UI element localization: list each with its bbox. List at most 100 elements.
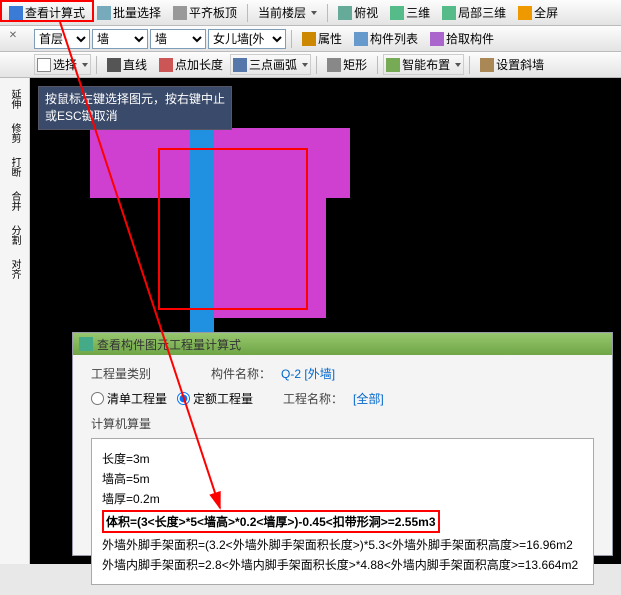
category1-select[interactable]: 墙 — [92, 29, 148, 49]
quota-radio-label: 定额工程量 — [193, 390, 253, 407]
smart-layout-tool[interactable]: 智能布置 — [383, 54, 464, 75]
arc-tool[interactable]: 三点画弧 — [230, 54, 311, 75]
comp-name-label: 构件名称： — [211, 365, 271, 382]
component-select[interactable]: 女儿墙[外 — [208, 29, 286, 49]
highlight-box — [158, 148, 308, 310]
addlen-tool[interactable]: 点加长度 — [154, 53, 228, 76]
batch-select-label: 批量选择 — [113, 4, 161, 21]
local3d-icon — [442, 6, 456, 20]
calc-section-label: 计算机算量 — [91, 415, 594, 432]
panel-icon — [79, 337, 93, 351]
cube-icon — [390, 6, 404, 20]
comp-name-value: Q-2 [外墙] — [281, 365, 335, 382]
length-line: 长度=3m — [102, 450, 583, 467]
floor-select[interactable]: 首层 — [34, 29, 90, 49]
rect-tool[interactable]: 矩形 — [322, 53, 372, 76]
chevron-down-icon — [311, 11, 317, 15]
align-top-button[interactable]: 平齐板顶 — [168, 1, 242, 24]
component-list-label: 构件列表 — [370, 30, 418, 47]
attr-icon — [302, 32, 316, 46]
separator — [377, 56, 378, 74]
category2-select[interactable]: 墙 — [150, 29, 206, 49]
hint-line1: 按鼠标左键选择图元，按右键中止 — [45, 91, 225, 108]
calculation-panel: 查看构件图元工程量计算式 工程量类别 构件名称： Q-2 [外墙] 清单工程量 … — [72, 332, 613, 556]
list-icon — [354, 32, 368, 46]
left-toolbar: 延伸 修剪 打断 合并 分割 对齐 — [0, 78, 30, 564]
topview-icon — [338, 6, 352, 20]
outer-area-line: 外墙外脚手架面积=(3.2<外墙外脚手架面积长度>)*5.3<外墙外脚手架面积高… — [102, 536, 583, 553]
arc-icon — [233, 58, 247, 72]
split-tool[interactable]: 分割 — [4, 220, 26, 250]
slope-wall-tool[interactable]: 设置斜墙 — [475, 53, 549, 76]
three-d-button[interactable]: 三维 — [385, 1, 435, 24]
inner-area-line: 外墙内脚手架面积=2.8<外墙内脚手架面积长度>*4.88<外墙内脚手架面积高度… — [102, 556, 583, 573]
line-label: 直线 — [123, 56, 147, 73]
three-d-label: 三维 — [406, 4, 430, 21]
fullscreen-button[interactable]: 全屏 — [513, 1, 563, 24]
break-tool[interactable]: 打断 — [4, 152, 26, 182]
height-line: 墙高=5m — [102, 470, 583, 487]
slope-icon — [480, 58, 494, 72]
align-tool[interactable]: 对齐 — [4, 254, 26, 284]
separator — [316, 56, 317, 74]
smart-icon — [386, 58, 400, 72]
current-floor-dropdown[interactable]: 当前楼层 — [253, 1, 322, 24]
select-tool[interactable]: 选择 — [34, 54, 91, 75]
fullscreen-label: 全屏 — [534, 4, 558, 21]
panel-title-text: 查看构件图元工程量计算式 — [97, 336, 241, 353]
separator — [327, 4, 328, 22]
separator — [247, 4, 248, 22]
rect-label: 矩形 — [343, 56, 367, 73]
line-tool[interactable]: 直线 — [102, 53, 152, 76]
thick-line: 墙厚=0.2m — [102, 490, 583, 507]
hint-line2: 或ESC键取消 — [45, 108, 225, 125]
view-formula-label: 查看计算式 — [25, 4, 85, 21]
extend-tool[interactable]: 延伸 — [4, 84, 26, 114]
proj-name-value: [全部] — [353, 390, 384, 407]
chevron-down-icon — [455, 63, 461, 67]
fullscreen-icon — [518, 6, 532, 20]
align-icon — [173, 6, 187, 20]
separator — [291, 30, 292, 48]
separator — [96, 56, 97, 74]
select-icon — [97, 6, 111, 20]
merge-tool[interactable]: 合并 — [4, 186, 26, 216]
trim-tool[interactable]: 修剪 — [4, 118, 26, 148]
chevron-down-icon — [82, 63, 88, 67]
volume-highlight: 体积=(3<长度>*5<墙高>*0.2<墙厚>)-0.45<扣带形洞>=2.55… — [102, 510, 440, 533]
volume-line: 体积=(3<长度>*5<墙高>*0.2<墙厚>)-0.45<扣带形洞>=2.55… — [106, 515, 436, 529]
attribute-button[interactable]: 属性 — [297, 27, 347, 50]
quota-qty-radio[interactable]: 定额工程量 — [177, 390, 253, 407]
draw-toolbar: 选择 直线 点加长度 三点画弧 矩形 智能布置 设置斜墙 — [0, 52, 621, 78]
bill-qty-radio[interactable]: 清单工程量 — [91, 390, 167, 407]
component-list-button[interactable]: 构件列表 — [349, 27, 423, 50]
align-top-label: 平齐板顶 — [189, 4, 237, 21]
cursor-icon — [37, 58, 51, 72]
attribute-label: 属性 — [318, 30, 342, 47]
chevron-down-icon — [302, 63, 308, 67]
calc-box: 长度=3m 墙高=5m 墙厚=0.2m 体积=(3<长度>*5<墙高>*0.2<… — [91, 438, 594, 585]
point-icon — [159, 58, 173, 72]
panel-titlebar[interactable]: 查看构件图元工程量计算式 — [73, 333, 612, 355]
bill-radio-input[interactable] — [91, 392, 104, 405]
panel-body: 工程量类别 构件名称： Q-2 [外墙] 清单工程量 定额工程量 工程名称： [… — [73, 355, 612, 595]
batch-select-button[interactable]: 批量选择 — [92, 1, 166, 24]
close-icon[interactable]: ✕ — [4, 30, 22, 44]
quota-radio-input[interactable] — [177, 392, 190, 405]
line-icon — [107, 58, 121, 72]
slope-label: 设置斜墙 — [496, 56, 544, 73]
proj-name-label: 工程名称： — [283, 390, 343, 407]
pick-component-button[interactable]: 拾取构件 — [425, 27, 499, 50]
pick-icon — [430, 32, 444, 46]
smart-label: 智能布置 — [402, 56, 450, 73]
current-floor-label: 当前楼层 — [258, 4, 306, 21]
separator — [469, 56, 470, 74]
topview-label: 俯视 — [354, 4, 378, 21]
second-toolbar: ✕ 首层 墙 墙 女儿墙[外 属性 构件列表 拾取构件 — [0, 26, 621, 52]
hint-tooltip: 按鼠标左键选择图元，按右键中止 或ESC键取消 — [38, 86, 232, 130]
view-formula-button[interactable]: 查看计算式 — [4, 1, 90, 24]
local-3d-button[interactable]: 局部三维 — [437, 1, 511, 24]
local-3d-label: 局部三维 — [458, 4, 506, 21]
topview-button[interactable]: 俯视 — [333, 1, 383, 24]
category-label: 工程量类别 — [91, 365, 151, 382]
